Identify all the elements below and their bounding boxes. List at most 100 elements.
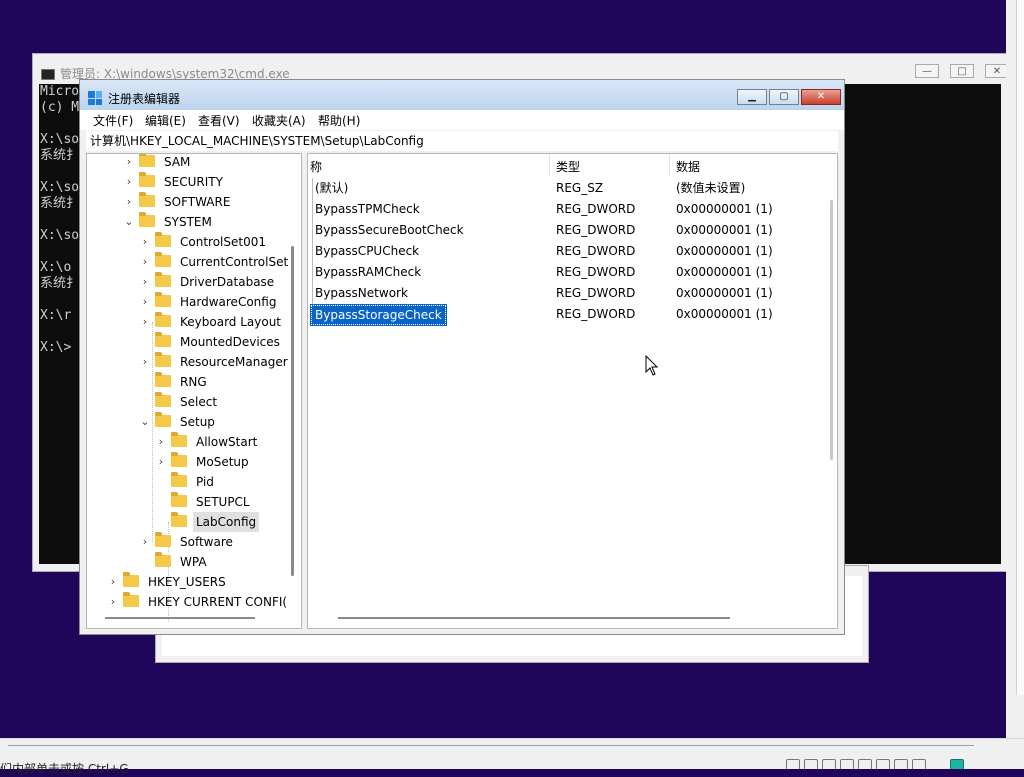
expand-chevron-icon[interactable]: › [139, 352, 151, 372]
registry-editor-window: 注册表编辑器 ▁ ▢ ✕ 文件(F) 编辑(E) 查看(V) 收藏夹(A) 帮助… [79, 79, 845, 635]
tree-node[interactable]: ⌄ SYSTEM [124, 212, 215, 232]
tree-node[interactable]: › SECURITY [127, 172, 226, 192]
expand-chevron-icon[interactable]: ⌄ [139, 412, 151, 432]
expand-chevron-icon[interactable]: › [139, 312, 151, 332]
expand-chevron-icon[interactable]: › [107, 592, 119, 612]
tree-node[interactable]: › Software [143, 532, 236, 552]
menu-file[interactable]: 文件(F) [93, 112, 133, 129]
tree-node[interactable]: › ControlSet001 [143, 232, 269, 252]
maximize-button[interactable]: ▢ [769, 89, 799, 105]
expand-chevron-icon[interactable]: › [139, 532, 151, 552]
expand-chevron-icon[interactable]: › [139, 252, 151, 272]
tree-node[interactable]: › HKEY CURRENT CONFI( [111, 592, 290, 612]
status-hint-text: 们内部单击或按 Ctrl+G [0, 762, 129, 776]
tree-node[interactable]: › SAM [127, 154, 193, 172]
value-name: BypassNetwork [312, 283, 408, 304]
value-data: 0x00000001 (1) [676, 202, 773, 216]
regedit-title-bar[interactable]: 注册表编辑器 ▁ ▢ ✕ [80, 80, 844, 111]
tree-vertical-scrollbar[interactable] [291, 246, 294, 576]
expand-chevron-icon[interactable]: › [123, 192, 135, 212]
tree-node[interactable]: › HKEY_USERS [111, 572, 229, 592]
value-name: BypassStorageCheck [310, 304, 447, 326]
tree-node[interactable]: Select [155, 392, 220, 412]
regedit-window-controls: ▁ ▢ ✕ [737, 89, 841, 105]
expand-chevron-icon[interactable]: › [123, 172, 135, 192]
value-type: REG_DWORD [556, 265, 636, 279]
value-data: (数值未设置) [676, 181, 746, 195]
column-header-type[interactable]: 类型 [556, 158, 580, 175]
tree-node[interactable]: Pid [171, 472, 217, 492]
minimize-button[interactable]: ▁ [737, 89, 767, 105]
menu-edit[interactable]: 编辑(E) [145, 112, 186, 129]
tree-node-label: LabConfig [193, 512, 260, 532]
registry-value-row[interactable]: BypassCPUCheck REG_DWORD 0x00000001 (1) [308, 241, 828, 262]
folder-icon [171, 492, 187, 507]
registry-icon [88, 91, 102, 105]
column-header-data[interactable]: 数据 [676, 158, 700, 175]
tree-node-label: SECURITY [164, 175, 223, 189]
tree-node[interactable]: RNG [155, 372, 210, 392]
registry-tree-pane[interactable]: › SAM › SECURITY › SOFTWARE ⌄ SYSTEM › ControlSet… [86, 153, 302, 629]
folder-icon [155, 392, 171, 407]
folder-icon [155, 232, 171, 247]
registry-values-pane[interactable]: 称 类型 数据 (默认) REG_SZ (数值未设置) BypassTPMCheck R… [307, 153, 838, 629]
folder-icon [171, 512, 187, 527]
cmd-maximize-button[interactable]: □ [950, 64, 974, 78]
menu-favorites[interactable]: 收藏夹(A) [252, 112, 306, 129]
tree-node-label: AllowStart [196, 435, 258, 449]
folder-icon [155, 372, 171, 387]
tree-node[interactable]: › MoSetup [159, 452, 252, 472]
tree-node[interactable]: › DriverDatabase [143, 272, 277, 292]
expand-chevron-icon[interactable]: › [139, 292, 151, 312]
folder-icon [171, 452, 187, 467]
expand-chevron-icon[interactable]: › [123, 154, 135, 172]
tree-node[interactable]: WPA [155, 552, 210, 572]
expand-chevron-icon[interactable]: › [107, 572, 119, 592]
expand-chevron-icon[interactable]: › [139, 272, 151, 292]
tree-node[interactable]: › SOFTWARE [127, 192, 233, 212]
expand-chevron-icon[interactable]: › [139, 232, 151, 252]
folder-icon [155, 532, 171, 547]
tree-node[interactable]: › HardwareConfig [143, 292, 279, 312]
tree-horizontal-scrollbar[interactable] [105, 617, 255, 619]
tree-node[interactable]: ⌄ Setup [140, 412, 218, 432]
tree-node[interactable]: MountedDevices [155, 332, 283, 352]
close-button[interactable]: ✕ [801, 89, 841, 105]
tree-node[interactable]: SETUPCL [171, 492, 253, 512]
tree-node-label: SYSTEM [164, 215, 212, 229]
cmd-minimize-button[interactable]: — [915, 64, 939, 78]
tree-node[interactable]: › ResourceManager [143, 352, 291, 372]
tree-node-label: DriverDatabase [180, 275, 275, 289]
folder-icon [123, 572, 139, 587]
expand-chevron-icon[interactable]: › [155, 432, 167, 452]
registry-value-row[interactable]: BypassSecureBootCheck REG_DWORD 0x00000001… [308, 220, 828, 241]
tree-node[interactable]: › CurrentControlSet [143, 252, 291, 272]
tree-node-label: HKEY CURRENT CONFI( [148, 595, 288, 609]
value-type: REG_DWORD [556, 286, 636, 300]
registry-value-row[interactable]: (默认) REG_SZ (数值未设置) [308, 178, 828, 199]
tree-node-label: WPA [180, 555, 207, 569]
registry-value-row[interactable]: BypassTPMCheck REG_DWORD 0x00000001 (1) [308, 199, 828, 220]
tree-node[interactable]: LabConfig [171, 512, 260, 532]
folder-icon [155, 252, 171, 267]
tree-node[interactable]: › AllowStart [159, 432, 260, 452]
folder-icon [171, 472, 187, 487]
folder-icon [155, 292, 171, 307]
folder-icon [155, 332, 171, 347]
tree-node-label: HardwareConfig [180, 295, 277, 309]
values-horizontal-scrollbar[interactable] [338, 617, 730, 619]
menu-view[interactable]: 查看(V) [198, 112, 240, 129]
registry-value-row[interactable]: BypassNetwork REG_DWORD 0x00000001 (1) [308, 283, 828, 304]
expand-chevron-icon[interactable]: › [155, 452, 167, 472]
column-header-name[interactable]: 称 [310, 158, 322, 175]
menu-help[interactable]: 帮助(H) [318, 112, 360, 129]
value-name: BypassCPUCheck [312, 241, 419, 262]
address-bar[interactable]: 计算机\HKEY_LOCAL_MACHINE\SYSTEM\Setup\LabC… [86, 131, 838, 151]
expand-chevron-icon[interactable]: ⌄ [123, 212, 135, 232]
registry-value-row[interactable]: BypassRAMCheck REG_DWORD 0x00000001 (1) [308, 262, 828, 283]
regedit-title: 注册表编辑器 [108, 92, 181, 106]
tree-node[interactable]: › Keyboard Layout [143, 312, 284, 332]
tree-node-label: HKEY_USERS [148, 575, 226, 589]
registry-value-row[interactable]: BypassStorageCheck REG_DWORD 0x00000001 (1… [308, 304, 828, 326]
values-vertical-scrollbar[interactable] [830, 200, 833, 460]
